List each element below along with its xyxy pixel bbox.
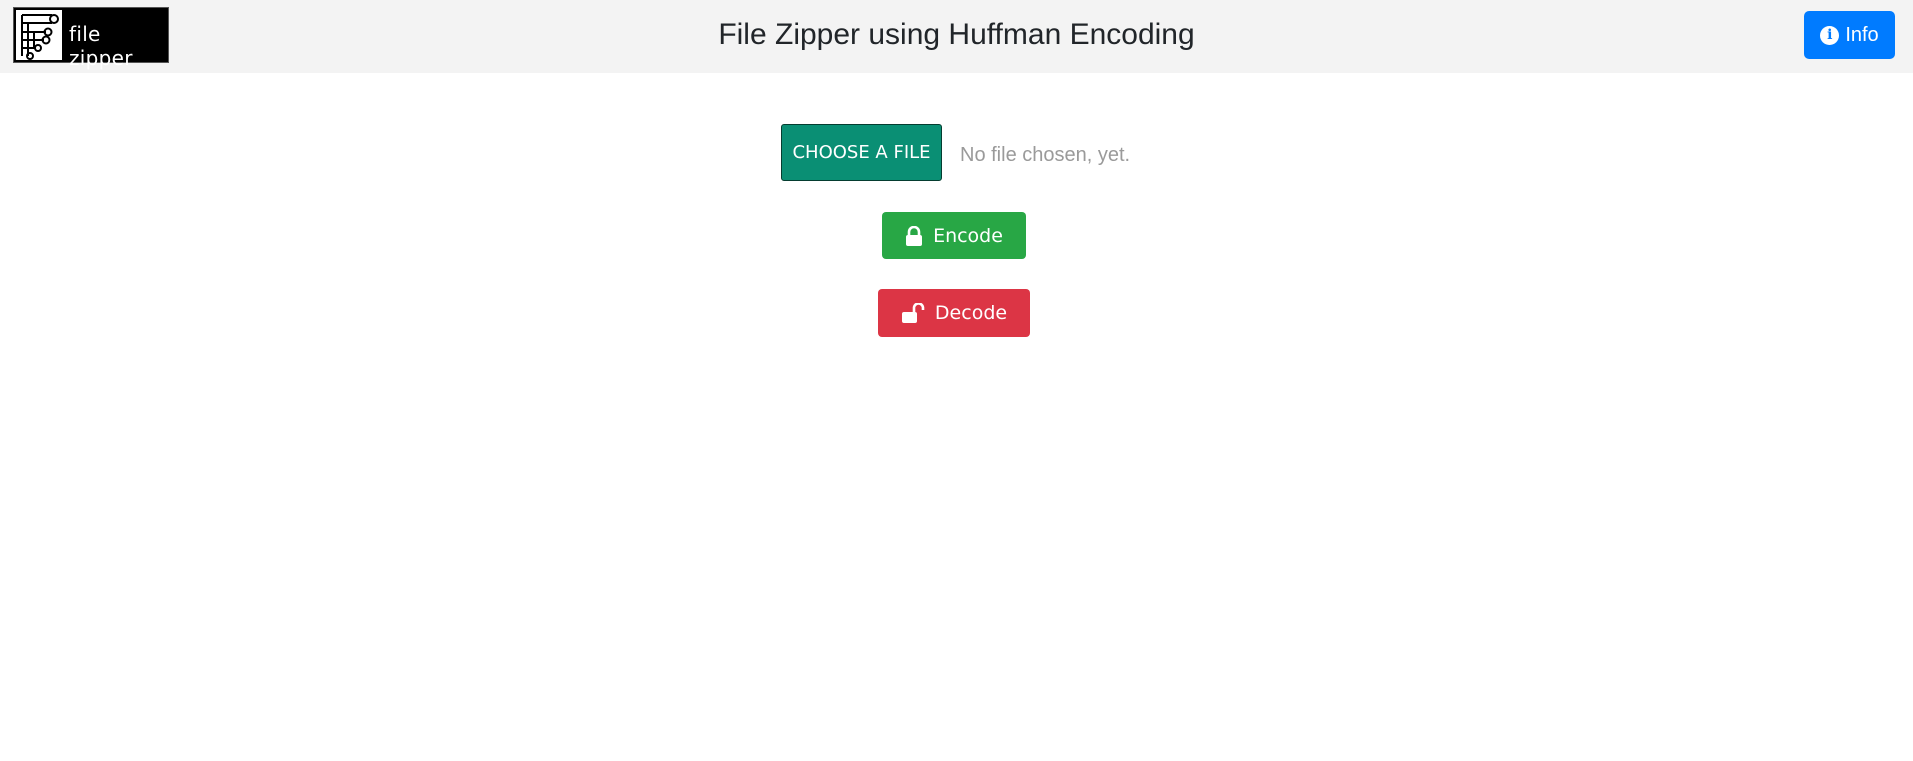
info-button[interactable]: i Info — [1804, 11, 1895, 59]
decode-button-label: Decode — [934, 302, 1008, 324]
lock-icon — [905, 225, 923, 246]
file-status: No file chosen, yet. — [960, 144, 1131, 166]
decode-button[interactable]: Decode — [878, 289, 1030, 337]
navbar: file zipper File Zipper using Huffman En… — [0, 0, 1913, 73]
page-title: File Zipper using Huffman Encoding — [718, 18, 1195, 51]
choose-file-label: CHOOSE A FILE — [792, 142, 931, 163]
choose-file-button[interactable]: CHOOSE A FILE — [781, 124, 942, 181]
info-button-label: Info — [1845, 23, 1879, 46]
unlock-icon — [901, 303, 925, 323]
encode-button-label: Encode — [933, 224, 1003, 247]
encode-button[interactable]: Encode — [882, 212, 1026, 259]
info-circle-icon: i — [1820, 25, 1840, 45]
